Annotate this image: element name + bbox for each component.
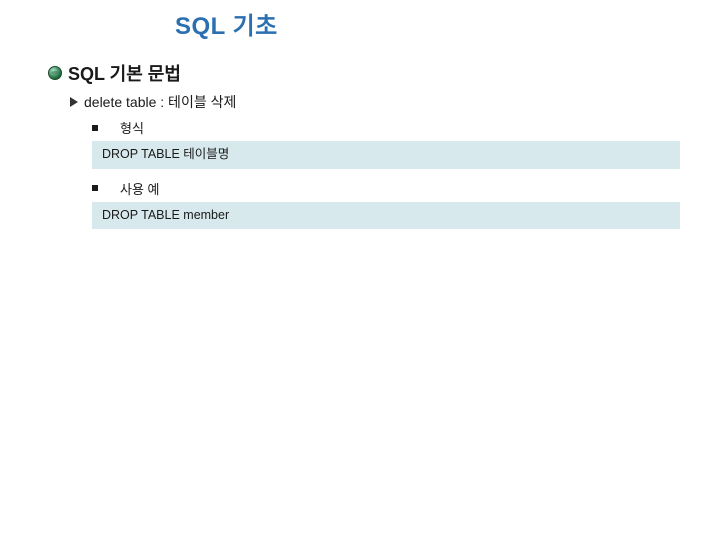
item-label-example: 사용 예 [120, 179, 160, 198]
square-bullet-icon [92, 125, 98, 131]
slide-title: SQL 기초 [175, 6, 278, 41]
section-heading: SQL 기본 문법 [68, 60, 181, 86]
content-area: SQL 기본 문법 delete table : 테이블 삭제 형식 DROP … [48, 60, 690, 239]
code-block-example: DROP TABLE member [92, 202, 680, 230]
triangle-bullet-icon [70, 97, 78, 107]
square-bullet-icon [92, 185, 98, 191]
section-row: SQL 기본 문법 [48, 60, 690, 86]
item-label-format: 형식 [120, 118, 144, 137]
sub-row: delete table : 테이블 삭제 [70, 92, 690, 112]
item-row-example: 사용 예 [92, 179, 690, 198]
globe-icon [48, 66, 62, 80]
code-block-format: DROP TABLE 테이블명 [92, 141, 680, 169]
sub-heading: delete table : 테이블 삭제 [84, 92, 236, 112]
item-row-format: 형식 [92, 118, 690, 137]
